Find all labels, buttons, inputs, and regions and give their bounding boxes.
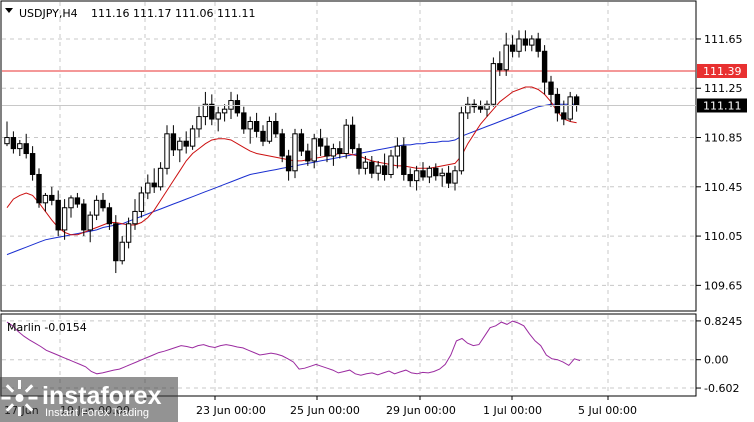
price-tick-label: 110.85 <box>704 132 743 145</box>
candle <box>458 106 465 175</box>
symbol-title: USDJPY,H4 <box>19 7 78 20</box>
ohlc-high: 111.17 <box>133 7 172 20</box>
x-tick-label: 5 Jul 00:00 <box>578 404 637 417</box>
indicator-tick-label: 0.8245 <box>704 315 743 328</box>
ohlc-open: 111.16 <box>91 7 130 20</box>
price-tick-label: 111.25 <box>704 82 743 95</box>
candle <box>343 119 349 159</box>
price-tick-label: 110.45 <box>704 181 743 194</box>
candle <box>36 168 42 208</box>
watermark-brand: instaforex <box>42 382 162 410</box>
watermark-tagline: Instant Forex Trading <box>45 407 149 419</box>
indicator-tick-label: -0.602 <box>704 382 739 395</box>
indicator-title: Marlin -0.0154 <box>7 321 87 334</box>
price-tick-label: 109.65 <box>704 279 743 292</box>
candle <box>567 91 573 122</box>
ohlc-low: 111.06 <box>175 7 214 20</box>
instaforex-logo-icon <box>1 380 38 416</box>
x-tick-label: 23 Jun 00:00 <box>196 404 266 417</box>
watermark: instaforex Instant Forex Trading <box>0 377 178 422</box>
x-tick-label: 25 Jun 00:00 <box>290 404 360 417</box>
x-tick-label: 29 Jun 00:00 <box>386 404 456 417</box>
candle <box>490 57 497 107</box>
ohlc-close: 111.11 <box>217 7 256 20</box>
hline-price-label: 111.39 <box>703 65 742 78</box>
current-price-label: 111.11 <box>703 99 742 112</box>
indicator-y-axis: 0.8245 0.00 -0.602 <box>696 315 743 395</box>
indicator-tick-label: 0.00 <box>704 354 729 367</box>
candle <box>292 128 298 179</box>
x-tick-label: 1 Jul 00:00 <box>483 404 542 417</box>
candle <box>189 125 196 150</box>
price-tick-label: 111.65 <box>704 33 743 46</box>
price-tick-label: 110.05 <box>704 230 743 243</box>
chart-area: 111.65 111.25 110.85 110.45 110.05 109.65 111… <box>0 0 747 422</box>
